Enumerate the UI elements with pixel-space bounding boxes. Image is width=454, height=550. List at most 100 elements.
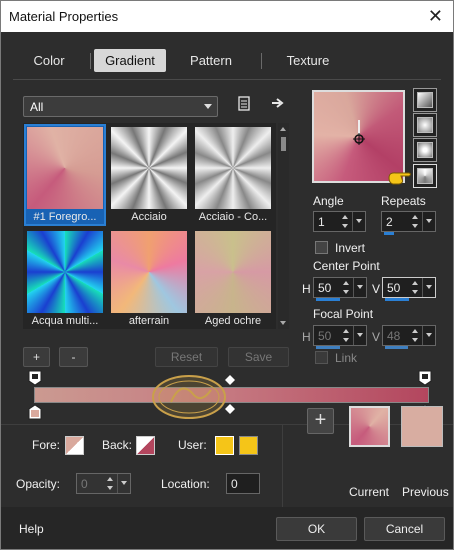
focal-v-spinbox[interactable]: 48 xyxy=(382,325,436,349)
sunburst-style-icon xyxy=(417,142,433,158)
focal-v-label: V xyxy=(372,330,381,344)
current-swatch[interactable] xyxy=(349,406,390,447)
ok-button[interactable]: OK xyxy=(276,517,357,541)
gradient-name: Aged ochre xyxy=(204,315,262,327)
opacity-value: 0 xyxy=(81,477,88,491)
previous-label: Previous xyxy=(402,485,449,499)
repeats-slider xyxy=(384,232,394,235)
help-button[interactable]: Help xyxy=(19,522,44,536)
opacity-spinbox[interactable]: 0 xyxy=(76,473,131,494)
cancel-button[interactable]: Cancel xyxy=(364,517,445,541)
library-icon[interactable] xyxy=(237,96,251,111)
user-color-picker[interactable] xyxy=(239,436,258,455)
linear-style-icon xyxy=(417,92,433,108)
center-point-icon[interactable] xyxy=(349,120,369,150)
gradient-item[interactable]: Aged ochre xyxy=(193,229,273,329)
gradient-item[interactable]: afterrain xyxy=(109,229,189,329)
opacity-stop-icon[interactable] xyxy=(28,370,42,386)
chevron-down-icon[interactable] xyxy=(352,212,365,231)
gradient-list-scrollbar[interactable] xyxy=(278,123,289,329)
angle-spinbox[interactable]: 1 xyxy=(313,211,366,232)
arrow-right-icon[interactable] xyxy=(271,97,285,109)
angle-label: Angle xyxy=(313,194,344,208)
spin-arrows-icon[interactable] xyxy=(409,214,421,230)
fore-label: Fore: xyxy=(32,438,61,452)
scroll-down-icon[interactable] xyxy=(280,321,286,325)
chevron-down-icon[interactable] xyxy=(422,212,435,231)
chevron-down-icon[interactable] xyxy=(422,326,435,345)
watermark-logo xyxy=(152,375,226,419)
center-h-value: 50 xyxy=(318,281,332,295)
rectangular-style-button[interactable] xyxy=(413,113,437,137)
spin-arrows-icon[interactable] xyxy=(409,328,421,344)
back-swatch[interactable] xyxy=(136,436,155,455)
center-v-spinbox[interactable]: 50 xyxy=(382,277,436,301)
add-swatch-button[interactable]: + xyxy=(307,408,334,434)
scrollbar-thumb[interactable] xyxy=(281,137,286,151)
center-point-label: Center Point xyxy=(313,259,380,273)
sunburst-style-button[interactable] xyxy=(413,138,437,162)
fore-swatch[interactable] xyxy=(65,436,84,455)
invert-checkbox[interactable] xyxy=(315,241,328,254)
tab-texture[interactable]: Texture xyxy=(271,49,345,72)
invert-label: Invert xyxy=(335,241,366,255)
category-dropdown[interactable]: All xyxy=(23,96,218,117)
spin-arrows-icon[interactable] xyxy=(340,328,352,344)
gradient-name: #1 Foregro... xyxy=(33,211,97,223)
link-checkbox[interactable] xyxy=(315,351,328,364)
angle-value: 1 xyxy=(318,215,325,229)
opacity-stop-icon[interactable] xyxy=(418,370,432,386)
repeats-spinbox[interactable]: 2 xyxy=(381,211,436,235)
chevron-down-icon[interactable] xyxy=(422,278,435,297)
current-label: Current xyxy=(349,485,390,499)
gradient-item[interactable]: Acciaio - Co... xyxy=(193,125,273,225)
title-bar: Material Properties ✕ xyxy=(1,1,453,32)
gradient-name: Acqua multi... xyxy=(31,315,99,327)
tab-color[interactable]: Color xyxy=(13,49,85,72)
chevron-down-icon[interactable] xyxy=(117,474,130,493)
chevron-down-icon[interactable] xyxy=(353,326,366,345)
previous-swatch[interactable] xyxy=(401,406,443,447)
gradient-name: Acciaio - Co... xyxy=(198,211,268,223)
user-swatch[interactable] xyxy=(215,436,234,455)
location-input[interactable]: 0 xyxy=(226,473,260,494)
add-gradient-button[interactable]: + xyxy=(23,347,50,367)
focal-point-label: Focal Point xyxy=(313,307,374,321)
chevron-down-icon[interactable] xyxy=(353,278,366,297)
window-title: Material Properties xyxy=(9,9,119,24)
remove-gradient-button[interactable]: - xyxy=(59,347,88,367)
gradient-thumbnail xyxy=(195,231,271,313)
divider xyxy=(282,425,283,507)
spin-arrows-icon[interactable] xyxy=(409,280,421,296)
focal-h-spinbox[interactable]: 50 xyxy=(313,325,367,349)
location-value: 0 xyxy=(231,477,238,491)
scroll-up-icon[interactable] xyxy=(280,127,286,131)
gradient-item[interactable]: Acqua multi... xyxy=(25,229,105,329)
spin-arrows-icon[interactable] xyxy=(339,214,351,230)
color-stop-icon[interactable] xyxy=(28,404,42,420)
focal-h-label: H xyxy=(302,330,311,344)
gradient-thumbnail xyxy=(111,231,187,313)
spin-arrows-icon[interactable] xyxy=(340,280,352,296)
gradient-item[interactable]: #1 Foregro... xyxy=(24,124,106,226)
opacity-label: Opacity: xyxy=(16,477,61,491)
link-label: Link xyxy=(335,351,358,365)
save-button[interactable]: Save xyxy=(228,347,289,367)
center-h-spinbox[interactable]: 50 xyxy=(313,277,367,301)
location-label: Location: xyxy=(161,477,210,491)
close-icon[interactable]: ✕ xyxy=(428,6,443,27)
gradient-thumbnail xyxy=(195,127,271,209)
spin-arrows-icon[interactable] xyxy=(104,476,116,492)
center-h-label: H xyxy=(302,282,311,296)
focal-h-slider xyxy=(316,346,340,349)
linear-style-button[interactable] xyxy=(413,88,437,112)
gradient-list: #1 Foregro... Acciaio Acciaio - Co... Ac… xyxy=(23,123,276,329)
radial-style-button[interactable] xyxy=(413,164,437,188)
tab-gradient[interactable]: Gradient xyxy=(94,49,166,72)
tab-divider xyxy=(261,53,262,69)
gradient-item[interactable]: Acciaio xyxy=(109,125,189,225)
reset-button[interactable]: Reset xyxy=(155,347,218,367)
tab-pattern[interactable]: Pattern xyxy=(175,49,247,72)
tab-divider xyxy=(90,53,91,69)
center-h-slider xyxy=(316,298,340,301)
